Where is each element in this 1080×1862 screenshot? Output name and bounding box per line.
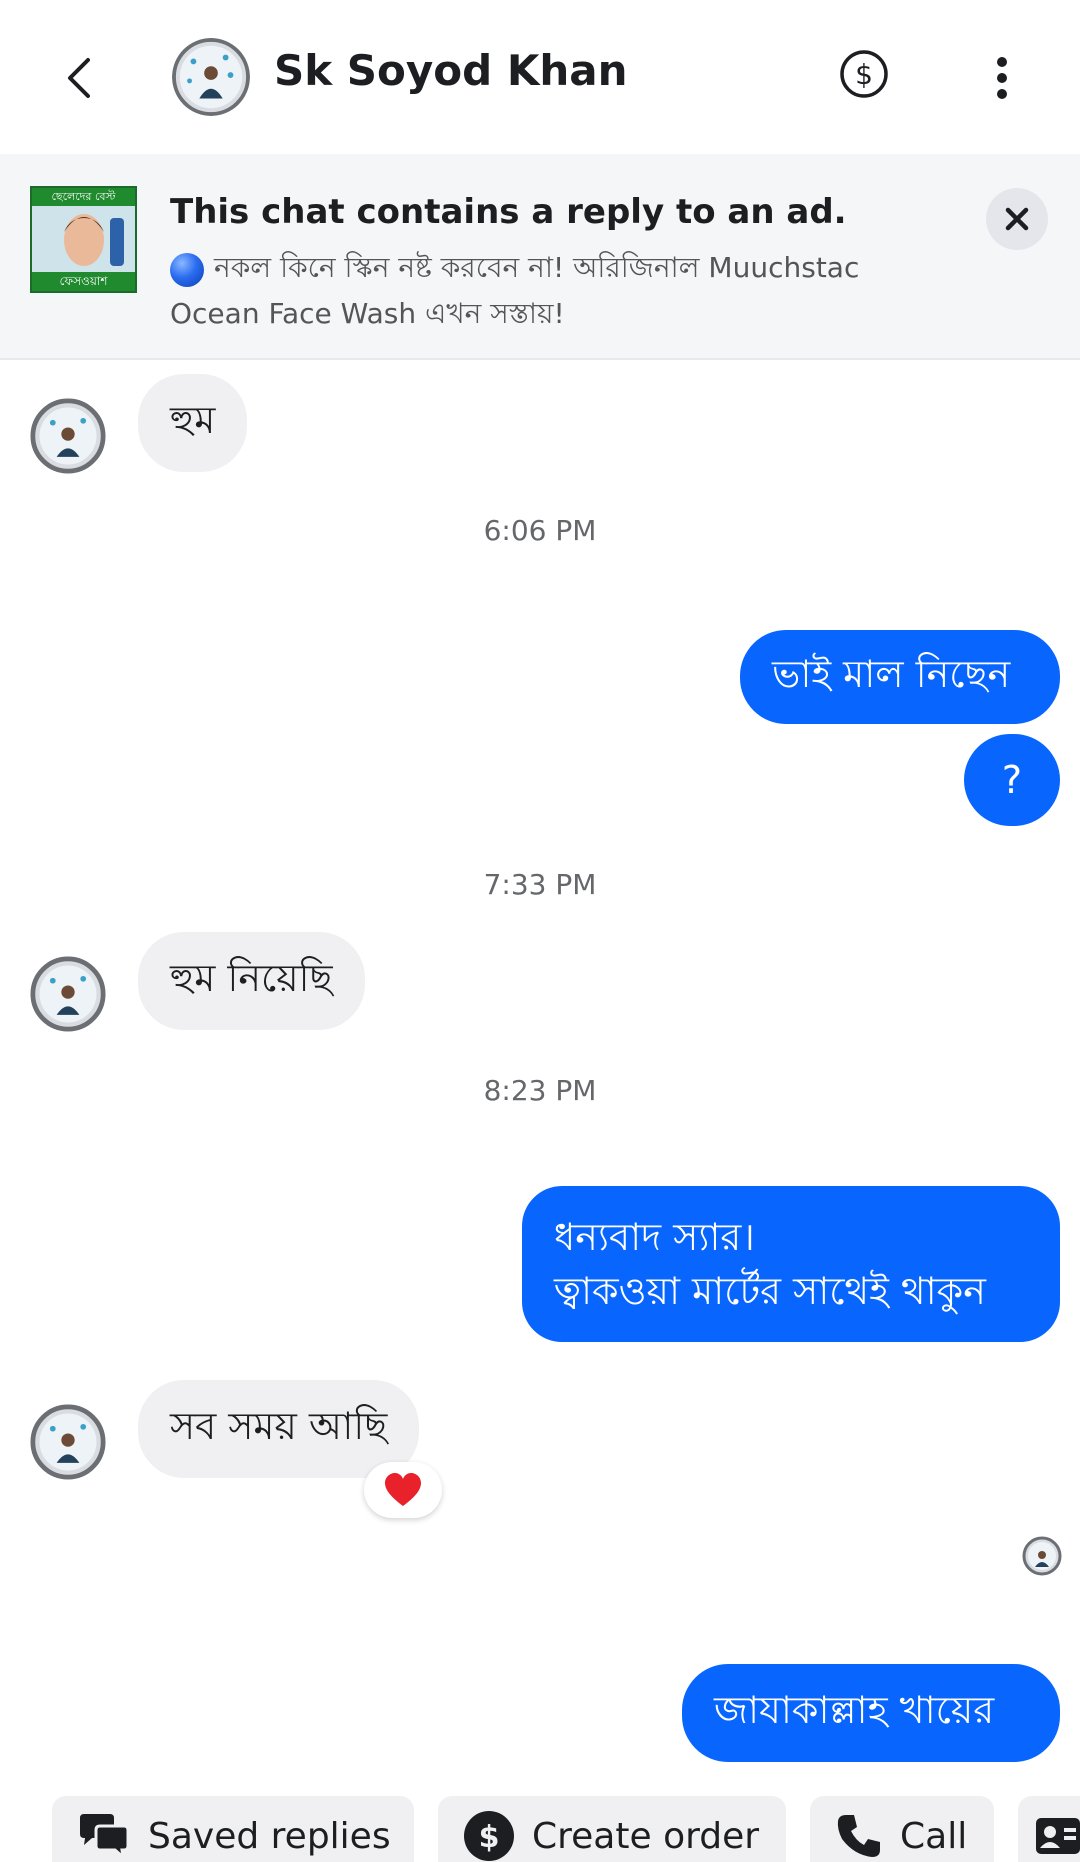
contact-info-button[interactable] bbox=[1018, 1796, 1080, 1862]
message-bubble-incoming[interactable]: হুম নিয়েছি bbox=[138, 932, 365, 1030]
sender-avatar[interactable] bbox=[30, 956, 106, 1032]
chat-screen: Sk Soyod Khan $ ছেলেদের বেস্ট ফেসওয়াশ T… bbox=[0, 0, 1080, 1862]
svg-text:$: $ bbox=[855, 58, 873, 91]
sender-avatar[interactable] bbox=[30, 398, 106, 474]
more-options-button[interactable] bbox=[980, 48, 1024, 108]
message-bubble-outgoing[interactable]: ? bbox=[964, 734, 1060, 826]
contact-name[interactable]: Sk Soyod Khan bbox=[274, 46, 628, 95]
create-order-label: Create order bbox=[532, 1815, 760, 1857]
message-timestamp: 8:23 PM bbox=[483, 1074, 597, 1107]
close-banner-button[interactable] bbox=[986, 188, 1048, 250]
ad-thumb-bottom-text: ফেসওয়াশ bbox=[59, 274, 108, 288]
message-bubble-incoming[interactable]: হুম bbox=[138, 374, 248, 472]
message-timestamp: 7:33 PM bbox=[483, 868, 597, 901]
chat-bubbles-icon bbox=[76, 1812, 132, 1860]
message-text-line: ত্বাকওয়া মার্টের সাথেই থাকুন bbox=[554, 1269, 986, 1313]
seen-indicator-avatar bbox=[1022, 1536, 1062, 1576]
message-bubble-outgoing[interactable]: ধন্যবাদ স্যার। ত্বাকওয়া মার্টের সাথেই থ… bbox=[522, 1186, 1060, 1342]
avatar[interactable] bbox=[172, 38, 250, 116]
contact-card-icon bbox=[1034, 1814, 1080, 1858]
payment-button[interactable]: $ bbox=[838, 48, 890, 100]
svg-text:$: $ bbox=[479, 1820, 500, 1855]
ad-text-line1: নকল কিনে স্কিন নষ্ট করবেন না! অরিজিনাল M… bbox=[214, 251, 860, 284]
message-bubble-incoming[interactable]: সব সময় আছি bbox=[138, 1380, 420, 1478]
ad-banner-title: This chat contains a reply to an ad. bbox=[170, 192, 847, 232]
call-label: Call bbox=[900, 1815, 968, 1857]
chat-header: Sk Soyod Khan $ bbox=[0, 0, 1080, 152]
message-bubble-outgoing[interactable]: জাযাকাল্লাহ খায়ের bbox=[682, 1664, 1060, 1762]
blue-circle-icon bbox=[170, 252, 204, 287]
call-button[interactable]: Call bbox=[810, 1796, 994, 1862]
message-text-line: ধন্যবাদ স্যার। bbox=[554, 1215, 755, 1259]
dollar-circle-icon: $ bbox=[840, 50, 888, 98]
sender-avatar[interactable] bbox=[30, 1404, 106, 1480]
heart-icon bbox=[385, 1473, 421, 1506]
ad-thumbnail[interactable]: ছেলেদের বেস্ট ফেসওয়াশ bbox=[30, 186, 137, 293]
chevron-left-icon bbox=[68, 58, 90, 98]
message-reaction[interactable] bbox=[364, 1462, 442, 1518]
more-vertical-icon bbox=[997, 57, 1007, 99]
phone-icon bbox=[834, 1811, 884, 1861]
create-order-button[interactable]: $ Create order bbox=[438, 1796, 786, 1862]
saved-replies-button[interactable]: Saved replies bbox=[52, 1796, 414, 1862]
message-timestamp: 6:06 PM bbox=[483, 514, 597, 547]
ad-banner-text-line1: নকল কিনে স্কিন নষ্ট করবেন না! অরিজিনাল M… bbox=[170, 246, 859, 293]
ad-reply-banner[interactable]: ছেলেদের বেস্ট ফেসওয়াশ This chat contain… bbox=[0, 154, 1080, 360]
message-bubble-outgoing[interactable]: ভাই মাল নিছেন bbox=[740, 630, 1060, 724]
saved-replies-label: Saved replies bbox=[148, 1815, 391, 1857]
dollar-circle-icon: $ bbox=[462, 1809, 516, 1862]
close-icon bbox=[1005, 207, 1029, 231]
ad-thumb-top-text: ছেলেদের বেস্ট bbox=[51, 190, 116, 203]
ad-banner-text-line2: Ocean Face Wash এখন সস্তায়! bbox=[170, 297, 565, 330]
back-button[interactable] bbox=[48, 40, 108, 116]
